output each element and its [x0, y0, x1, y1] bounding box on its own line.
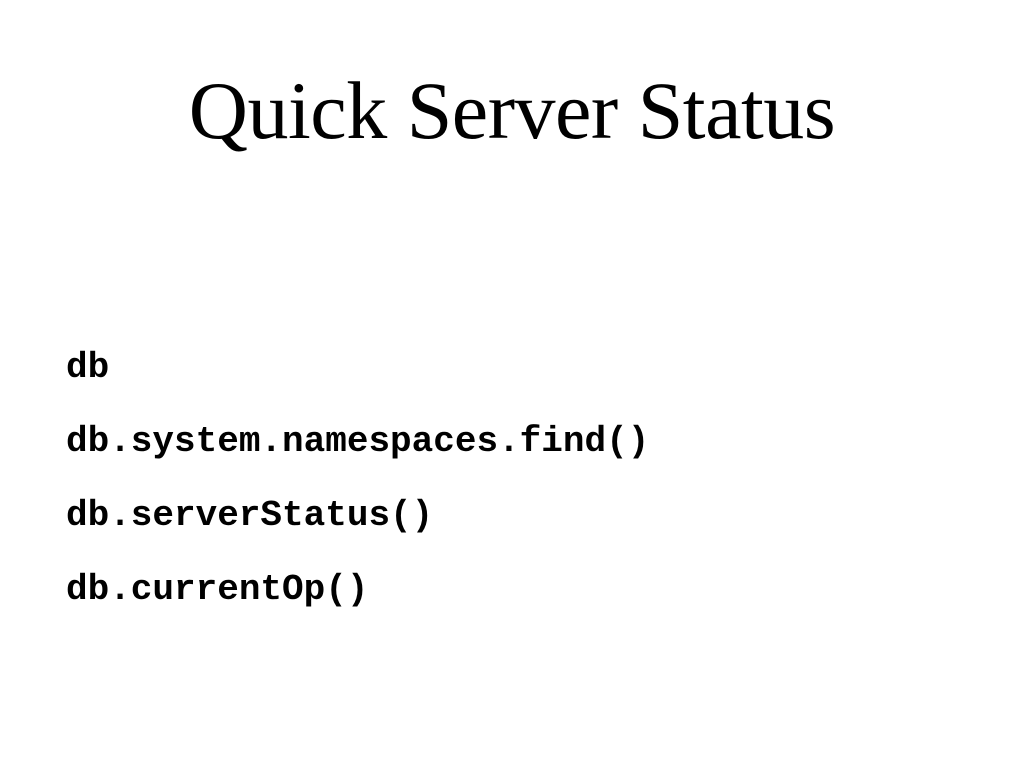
command-line: db.serverStatus()	[66, 495, 434, 536]
command-line: db.currentOp()	[66, 569, 369, 610]
slide-title: Quick Server Status	[188, 65, 836, 156]
command-line: db.system.namespaces.find()	[66, 421, 650, 462]
slide: Quick Server Status db db.system.namespa…	[0, 0, 1024, 768]
command-list: db db.system.namespaces.find() db.server…	[66, 344, 649, 640]
command-line: db	[66, 347, 110, 388]
